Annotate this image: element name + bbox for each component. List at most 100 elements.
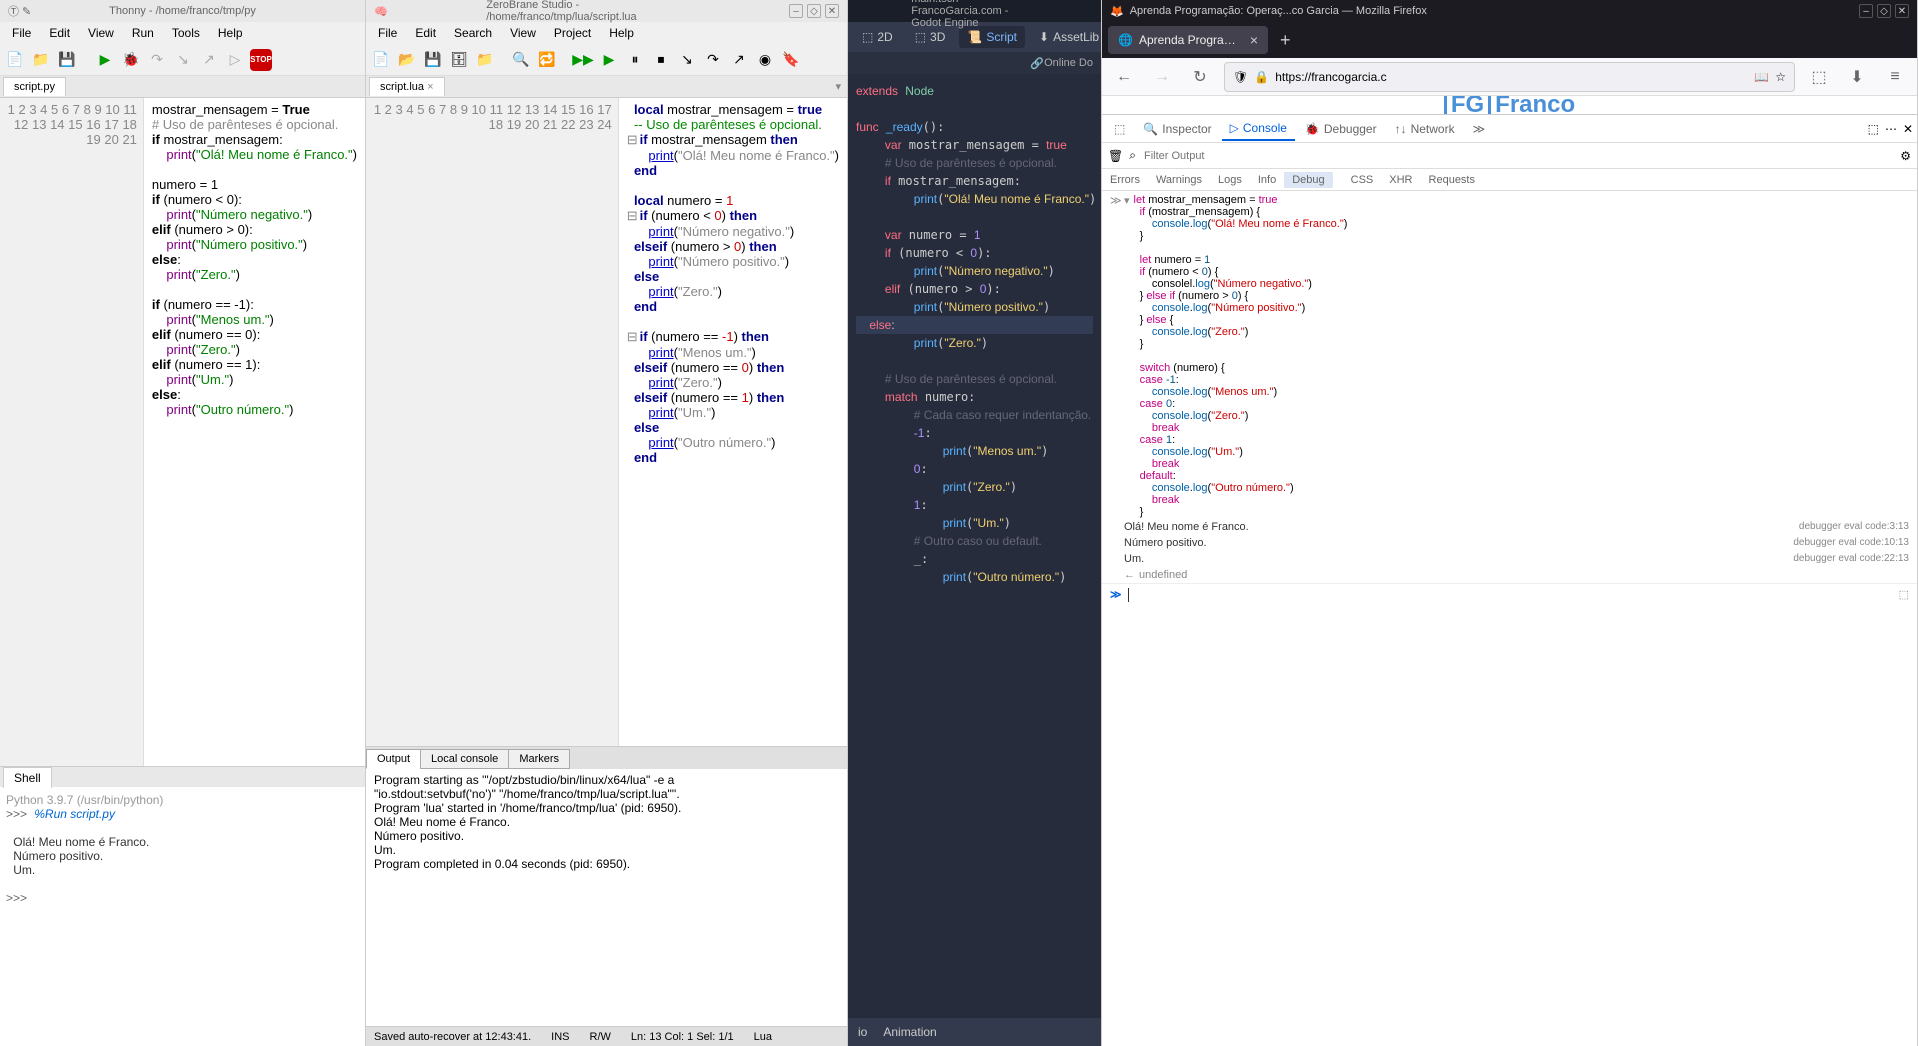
stop-debug-icon[interactable]: ⏹ [650, 49, 672, 71]
run-icon[interactable]: ▶▶ [572, 49, 594, 71]
tab-overflow-icon[interactable]: ≫ [1465, 118, 1494, 140]
save-icon[interactable]: 💾 [56, 49, 78, 71]
trash-icon[interactable]: 🗑 [1108, 149, 1123, 163]
browser-tab[interactable]: 🌐 Aprenda Programação: Opera × [1108, 26, 1268, 54]
menu-file[interactable]: File [4, 24, 39, 42]
shield-icon[interactable]: 🛡 [1233, 70, 1248, 84]
tab-2d[interactable]: ⬚ 2D [854, 26, 901, 48]
menu-run[interactable]: Run [124, 24, 162, 42]
toggle-bp-icon[interactable]: ◉ [754, 49, 776, 71]
menu-view[interactable]: View [502, 24, 544, 42]
godot-code-editor[interactable]: extends Node func _ready(): var mostrar_… [848, 74, 1101, 1018]
new-tab-button[interactable]: + [1274, 30, 1297, 51]
bookmark-icon[interactable]: 🔖 [780, 49, 802, 71]
console-input-row[interactable]: ≫ ⬚ [1102, 583, 1917, 606]
console-output[interactable]: ≫ ▾ let mostrar_mensagem = true if (most… [1102, 191, 1917, 1046]
devtools-picker-icon[interactable]: ⬚ [1106, 118, 1133, 140]
cat-warnings[interactable]: Warnings [1148, 172, 1210, 188]
break-icon[interactable]: ⏸ [624, 49, 646, 71]
tab-output[interactable]: Output [366, 749, 421, 769]
zerobrane-output[interactable]: Program starting as '"/opt/zbstudio/bin/… [366, 769, 847, 1026]
menu-edit[interactable]: Edit [41, 24, 78, 42]
menu-help[interactable]: Help [210, 24, 251, 42]
minimize-icon[interactable]: – [1859, 4, 1873, 18]
cat-info[interactable]: Info [1250, 172, 1284, 188]
start-debug-icon[interactable]: ▶ [598, 49, 620, 71]
reader-icon[interactable]: 📖 [1754, 70, 1769, 84]
find-icon[interactable]: 🔍 [510, 49, 532, 71]
menu-file[interactable]: File [370, 24, 405, 42]
url-input[interactable]: 🛡 🔒 https://francogarcia.c 📖 ☆ [1224, 62, 1795, 92]
devtools-close-icon[interactable]: ✕ [1903, 122, 1913, 136]
tab-debugger[interactable]: 🐞 Debugger [1297, 118, 1385, 140]
cat-debug[interactable]: Debug [1284, 172, 1332, 188]
save-all-icon[interactable]: 🗄 [448, 49, 470, 71]
step-into-icon[interactable]: ↘ [676, 49, 698, 71]
stop-icon[interactable]: STOP [250, 49, 272, 71]
cat-logs[interactable]: Logs [1210, 172, 1250, 188]
step-over-icon[interactable]: ↷ [146, 49, 168, 71]
devtools-more-icon[interactable]: ⋯ [1885, 122, 1897, 136]
devtools-frames-icon[interactable]: ⬚ [1868, 122, 1879, 136]
debug-icon[interactable]: 🐞 [120, 49, 142, 71]
menu-project[interactable]: Project [546, 24, 599, 42]
thonny-shell-content[interactable]: Python 3.9.7 (/usr/bin/python) >>> %Run … [0, 787, 365, 1046]
thonny-code[interactable]: mostrar_mensagem = True # Uso de parênte… [144, 98, 365, 766]
tab-shell[interactable]: Shell [3, 767, 52, 788]
app-menu-icon[interactable]: ≡ [1881, 63, 1909, 91]
tab-local-console[interactable]: Local console [420, 749, 509, 769]
step-into-icon[interactable]: ↘ [172, 49, 194, 71]
tab-close-icon[interactable]: × [1250, 32, 1258, 48]
cat-errors[interactable]: Errors [1102, 172, 1148, 188]
save-icon[interactable]: 💾 [422, 49, 444, 71]
maximize-icon[interactable]: ◇ [1877, 4, 1891, 18]
project-dir-icon[interactable]: 📁 [474, 49, 496, 71]
step-out-icon[interactable]: ↗ [198, 49, 220, 71]
resume-icon[interactable]: ▷ [224, 49, 246, 71]
pocket-icon[interactable]: ⬚ [1805, 63, 1833, 91]
menu-view[interactable]: View [80, 24, 122, 42]
tab-menu-icon[interactable]: ▾ [835, 80, 841, 93]
open-file-icon[interactable]: 📂 [396, 49, 418, 71]
filter-input[interactable] [1142, 148, 1894, 164]
back-button[interactable]: ← [1110, 63, 1138, 91]
new-file-icon[interactable]: 📄 [370, 49, 392, 71]
open-file-icon[interactable]: 📁 [30, 49, 52, 71]
reload-button[interactable]: ↻ [1186, 63, 1214, 91]
tab-close-icon[interactable]: × [427, 81, 433, 93]
zerobrane-code[interactable]: local mostrar_mensagem = true -- Uso de … [619, 98, 847, 746]
tab-console[interactable]: ▷ Console [1222, 117, 1295, 141]
bookmark-star-icon[interactable]: ☆ [1775, 70, 1786, 84]
input-caret-icon[interactable]: ≫ [1110, 194, 1124, 518]
menu-help[interactable]: Help [601, 24, 642, 42]
tab-assetlib[interactable]: ⬇ AssetLib [1031, 26, 1107, 48]
close-icon[interactable]: ✕ [825, 4, 839, 18]
menu-edit[interactable]: Edit [407, 24, 444, 42]
run-icon[interactable]: ▶ [94, 49, 116, 71]
downloads-icon[interactable]: ⬇ [1843, 63, 1871, 91]
step-out-icon[interactable]: ↗ [728, 49, 750, 71]
tab-script-lua[interactable]: script.lua × [369, 77, 445, 96]
minimize-icon[interactable]: – [789, 4, 803, 18]
close-icon[interactable]: ✕ [1895, 4, 1909, 18]
thonny-code-editor[interactable]: 1 2 3 4 5 6 7 8 9 10 11 12 13 14 15 16 1… [0, 98, 365, 766]
menu-tools[interactable]: Tools [164, 24, 208, 42]
new-file-icon[interactable]: 📄 [4, 49, 26, 71]
step-over-icon[interactable]: ↷ [702, 49, 724, 71]
tab-animation[interactable]: Animation [883, 1025, 936, 1039]
tab-inspector[interactable]: 🔍 Inspector [1135, 118, 1219, 140]
cat-css[interactable]: CSS [1343, 172, 1382, 188]
lock-icon[interactable]: 🔒 [1254, 70, 1269, 84]
multiline-toggle-icon[interactable]: ⬚ [1899, 588, 1909, 602]
replace-icon[interactable]: 🔁 [536, 49, 558, 71]
tab-io[interactable]: io [858, 1025, 867, 1039]
cat-xhr[interactable]: XHR [1381, 172, 1420, 188]
collapse-caret-icon[interactable]: ▾ [1124, 194, 1130, 518]
cat-requests[interactable]: Requests [1421, 172, 1483, 188]
settings-gear-icon[interactable]: ⚙ [1900, 149, 1911, 163]
menu-search[interactable]: Search [446, 24, 500, 42]
godot-docs-link[interactable]: 🔗 Online Do [848, 52, 1101, 74]
tab-markers[interactable]: Markers [508, 749, 570, 769]
tab-network[interactable]: ↑↓ Network [1387, 118, 1463, 140]
tab-script-py[interactable]: script.py [3, 77, 66, 96]
